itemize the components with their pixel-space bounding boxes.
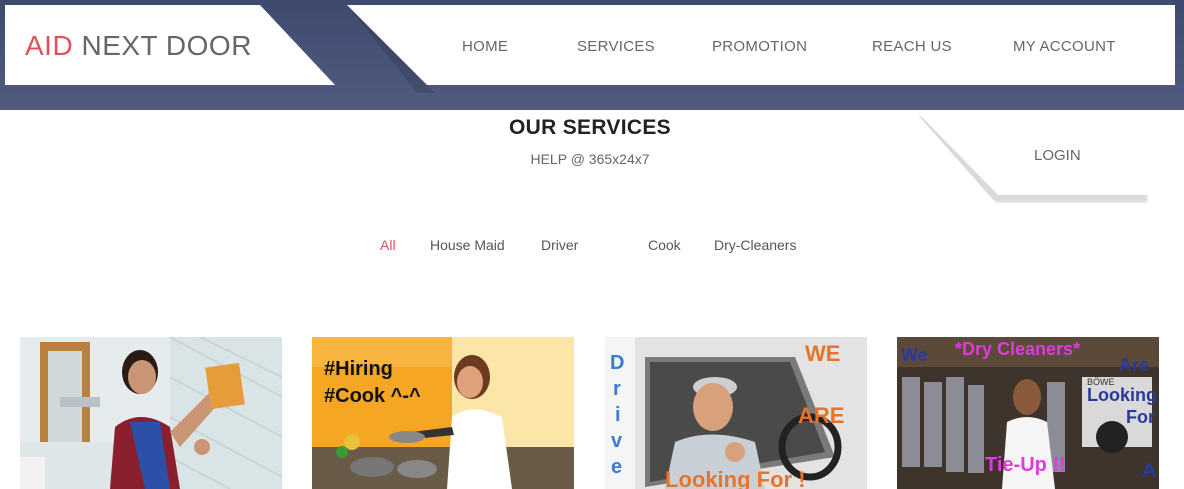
dc-headline: *Dry Cleaners*	[955, 339, 1080, 359]
dc-we: We	[901, 345, 928, 365]
dc-corner: A	[1142, 460, 1156, 482]
driver-we: WE	[805, 341, 840, 366]
house-maid-image	[20, 337, 282, 489]
cook-line2: #Cook ^-^	[324, 385, 421, 407]
nav-reach-us[interactable]: REACH US	[872, 38, 952, 55]
login-button[interactable]: LOGIN	[1034, 147, 1081, 164]
dc-looking: Looking	[1087, 385, 1157, 405]
dc-are: Are	[1119, 355, 1149, 375]
nav-my-account[interactable]: MY ACCOUNT	[1013, 38, 1116, 55]
driver-are: ARE	[798, 403, 844, 428]
card-house-maid[interactable]	[20, 337, 282, 489]
driver-looking: Looking For !	[665, 467, 806, 489]
dc-tieup: Tie-Up !!	[985, 454, 1066, 476]
svg-text:r: r	[613, 378, 621, 400]
dry-cleaners-image: We *Dry Cleaners* Are Looking For BÖWE T…	[897, 337, 1159, 489]
svg-text:e: e	[611, 456, 622, 478]
cook-line1: #Hiring	[324, 358, 393, 380]
card-dry-cleaners[interactable]: We *Dry Cleaners* Are Looking For BÖWE T…	[897, 337, 1159, 489]
card-cook[interactable]: #Hiring #Cook ^-^	[312, 337, 574, 489]
filter-driver[interactable]: Driver	[541, 237, 578, 253]
svg-text:i: i	[615, 404, 621, 426]
filter-all[interactable]: All	[380, 237, 396, 253]
dc-for: For	[1126, 407, 1155, 427]
brand-logo[interactable]: AID NEXT DOOR	[25, 30, 252, 62]
filter-house-maid[interactable]: House Maid	[430, 237, 505, 253]
brand-accent: AID	[25, 30, 74, 61]
nav-home[interactable]: HOME	[462, 38, 508, 55]
card-driver[interactable]: D r i v e WE ARE Looking For !	[605, 337, 867, 489]
brand-rest: NEXT DOOR	[73, 30, 252, 61]
driver-image: D r i v e WE ARE Looking For !	[605, 337, 867, 489]
dc-sign: BÖWE	[1087, 377, 1115, 387]
filter-dry-cleaners[interactable]: Dry-Cleaners	[714, 237, 796, 253]
svg-text:D: D	[610, 352, 624, 374]
cook-image: #Hiring #Cook ^-^	[312, 337, 574, 489]
nav-promotion[interactable]: PROMOTION	[712, 38, 807, 55]
nav-services[interactable]: SERVICES	[577, 38, 655, 55]
svg-text:v: v	[611, 430, 623, 452]
filter-cook[interactable]: Cook	[648, 237, 681, 253]
